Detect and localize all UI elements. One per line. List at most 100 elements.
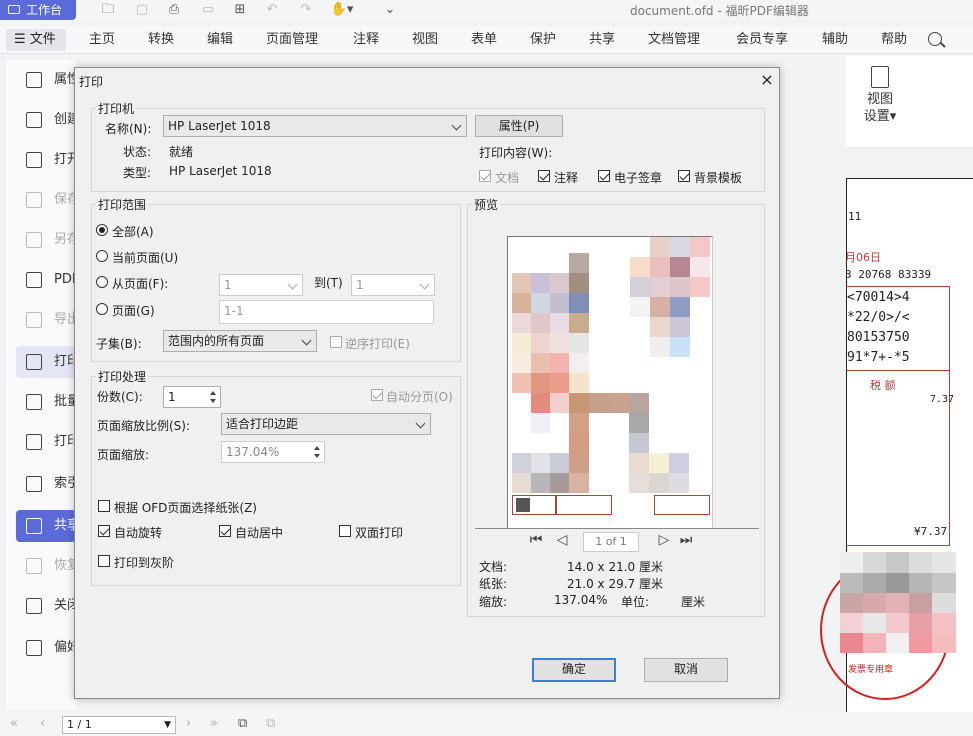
view-settings-button[interactable]: 视图 设置▾: [858, 66, 902, 125]
redo-icon[interactable]: ↷: [298, 2, 314, 18]
sidebar-item-save[interactable]: 保存: [16, 184, 76, 216]
menu-form[interactable]: 表单: [471, 31, 497, 49]
doc-line: 11: [848, 210, 862, 223]
menu-member[interactable]: 会员专享: [736, 31, 788, 49]
copies-label: 份数(C):: [97, 390, 143, 404]
file-menu[interactable]: ☰ 文件: [6, 29, 66, 51]
sidebar-item-print[interactable]: 打印: [16, 346, 76, 378]
preview-unit-value: 厘米: [681, 595, 706, 609]
sidebar-item-export[interactable]: 导出: [16, 304, 76, 336]
split-view-icon[interactable]: ⧉: [266, 716, 275, 731]
collate-checkbox[interactable]: [371, 389, 383, 401]
preview-prev-page-icon[interactable]: ◁: [555, 532, 569, 548]
preview-last-page-icon[interactable]: ⏭: [679, 532, 693, 548]
printer-properties-button[interactable]: 属性(P): [475, 115, 563, 137]
chevron-down-icon[interactable]: ⌄: [382, 2, 398, 18]
export-icon: [26, 312, 42, 328]
range-to-select[interactable]: 1: [351, 274, 435, 296]
rotate-view-icon[interactable]: ⧉: [238, 716, 247, 731]
sidebar-item-pdf[interactable]: PDF: [16, 264, 76, 296]
content-background-checkbox[interactable]: [678, 170, 690, 182]
menu-share[interactable]: 共享: [589, 31, 615, 49]
print-handling-legend: 打印处理: [98, 370, 147, 384]
sidebar-item-batch[interactable]: 批量: [16, 386, 76, 418]
menu-convert[interactable]: 转换: [148, 31, 174, 49]
create-icon: [26, 112, 42, 128]
auto-rotate-checkbox[interactable]: [98, 525, 110, 537]
undo-icon[interactable]: ↶: [264, 2, 280, 18]
menu-annotate[interactable]: 注释: [353, 31, 379, 49]
duplex-checkbox[interactable]: [339, 525, 351, 537]
print-icon[interactable]: ⎙: [166, 2, 182, 18]
preview-next-page-icon[interactable]: ▷: [657, 532, 671, 548]
close-icon[interactable]: ×: [757, 70, 777, 90]
open-folder-icon[interactable]: 🗀: [100, 2, 116, 18]
reverse-print-checkbox[interactable]: [330, 336, 342, 348]
preview-legend: 预览: [474, 198, 499, 212]
preview-first-page-icon[interactable]: ⏮: [529, 532, 543, 548]
sidebar-item-share[interactable]: 共享: [16, 510, 76, 542]
index-icon: [26, 476, 42, 492]
scale-label: 页面缩放比例(S):: [97, 419, 191, 433]
menu-doc-manage[interactable]: 文档管理: [648, 31, 700, 49]
menu-edit[interactable]: 编辑: [207, 31, 233, 49]
workbench-button[interactable]: 工作台: [0, 0, 76, 20]
sidebar-item-open[interactable]: 打开: [16, 144, 76, 176]
menu-assist[interactable]: 辅助: [822, 31, 848, 49]
paper-by-ofd-checkbox[interactable]: [98, 500, 110, 512]
menu-view[interactable]: 视图: [412, 31, 438, 49]
sidebar-item-index[interactable]: 索引: [16, 468, 76, 500]
content-background-label: 背景模板: [694, 171, 743, 185]
range-current-radio[interactable]: [96, 250, 108, 262]
content-esign-checkbox[interactable]: [598, 170, 610, 182]
copies-spinner[interactable]: 1: [163, 386, 221, 408]
sidebar-item-create[interactable]: 创建: [16, 104, 76, 136]
dialog-title: 打印: [79, 75, 104, 89]
sidebar-item-save-as[interactable]: 另存: [16, 224, 76, 256]
doc-line: *22/0>/<: [847, 310, 910, 325]
new-file-icon[interactable]: ⊞: [232, 2, 248, 18]
content-document-checkbox[interactable]: [479, 170, 491, 182]
printer-icon: [26, 354, 42, 370]
menu-protect[interactable]: 保护: [530, 31, 556, 49]
range-from-radio[interactable]: [96, 276, 108, 288]
sidebar-item-restore[interactable]: 恢复: [16, 550, 76, 582]
menu-help[interactable]: 帮助: [881, 31, 907, 49]
menu-home[interactable]: 主页: [89, 31, 115, 49]
sidebar-item-preferences[interactable]: 偏好: [16, 632, 76, 664]
prev-page-icon[interactable]: ‹: [40, 716, 45, 731]
range-from-select[interactable]: 1: [219, 274, 303, 296]
cancel-button[interactable]: 取消: [644, 658, 728, 682]
preview-seal-block-2: [654, 495, 710, 515]
preview-qr-code: [516, 498, 530, 512]
sidebar-item-properties[interactable]: 属性: [16, 64, 76, 96]
auto-center-checkbox[interactable]: [219, 525, 231, 537]
range-all-label: 全部(A): [112, 225, 154, 239]
content-document-label: 文档: [495, 171, 520, 185]
menu-page-manage[interactable]: 页面管理: [266, 31, 318, 49]
range-pages-radio[interactable]: [96, 303, 108, 315]
printer-select[interactable]: HP LaserJet 1018: [163, 115, 467, 137]
grayscale-checkbox[interactable]: [98, 555, 110, 567]
share-icon: [26, 518, 42, 534]
last-page-icon[interactable]: »: [210, 716, 218, 731]
sidebar-item-close[interactable]: 关闭: [16, 590, 76, 622]
zoom-spinner[interactable]: 137.04%: [221, 441, 325, 463]
copy-icon[interactable]: ▭: [200, 2, 216, 18]
sidebar-item-print-2[interactable]: 打印: [16, 426, 76, 458]
scale-select[interactable]: 适合打印边距: [221, 413, 431, 435]
range-pages-input[interactable]: 1-1: [219, 300, 434, 324]
search-icon[interactable]: [928, 32, 942, 46]
print-doc-icon: [26, 434, 42, 450]
content-annotation-checkbox[interactable]: [538, 170, 550, 182]
range-all-radio[interactable]: [96, 224, 108, 236]
doc-line: <70014>4: [847, 290, 910, 305]
page-number-box[interactable]: 1 / 1 ▼: [62, 716, 176, 734]
hand-tool-icon[interactable]: ✋▾: [330, 2, 354, 18]
save-icon[interactable]: ▢: [134, 2, 150, 18]
next-page-icon[interactable]: ›: [186, 716, 191, 731]
preview-seal-block: [556, 495, 612, 515]
first-page-icon[interactable]: «: [10, 716, 18, 731]
ok-button[interactable]: 确定: [532, 658, 616, 682]
subset-select[interactable]: 范围内的所有页面: [163, 330, 317, 352]
